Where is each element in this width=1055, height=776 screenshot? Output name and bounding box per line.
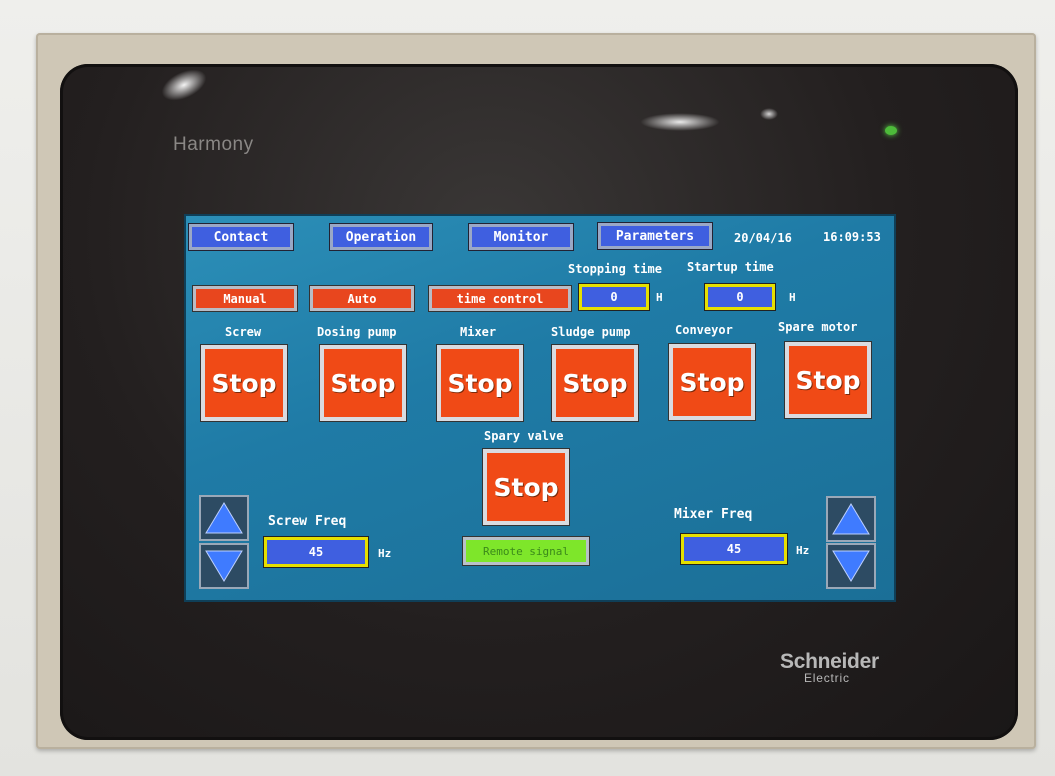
- nav-parameters-button[interactable]: Parameters: [597, 222, 713, 250]
- mixer-stop-button[interactable]: Stop: [436, 344, 524, 422]
- power-led-icon: [885, 126, 897, 135]
- screw-freq-up-button[interactable]: [199, 495, 249, 541]
- arrow-up-icon: [832, 503, 870, 535]
- light-reflection: [640, 113, 720, 131]
- mixer-freq-unit: Hz: [796, 544, 810, 557]
- arrow-up-icon: [205, 502, 243, 534]
- dosing-pump-label: Dosing pump: [317, 325, 397, 339]
- spary-valve-label: Spary valve: [484, 429, 564, 443]
- hmi-screen: Contact Operation Monitor Parameters 20/…: [184, 214, 896, 602]
- arrow-down-icon: [832, 550, 870, 582]
- date-display: 20/04/16: [734, 231, 792, 245]
- stopping-time-unit: H: [656, 291, 663, 304]
- spary-valve-stop-button[interactable]: Stop: [482, 448, 570, 526]
- mixer-label: Mixer: [460, 325, 497, 339]
- mixer-freq-up-button[interactable]: [826, 496, 876, 542]
- sludge-pump-stop-button[interactable]: Stop: [551, 344, 639, 422]
- manufacturer-logo: Schneider Electric: [780, 650, 879, 685]
- screw-stop-button[interactable]: Stop: [200, 344, 288, 422]
- remote-signal-indicator: Remote signal: [462, 536, 590, 566]
- screw-label: Screw: [225, 325, 262, 339]
- spare-motor-label: Spare motor: [778, 320, 858, 334]
- mixer-freq-field[interactable]: 45: [680, 533, 788, 565]
- dosing-pump-stop-button[interactable]: Stop: [319, 344, 407, 422]
- startup-time-label: Startup time: [687, 260, 774, 274]
- time-display: 16:09:53: [823, 230, 881, 244]
- stopping-time-field[interactable]: 0: [578, 283, 650, 311]
- time-control-button[interactable]: time control: [428, 285, 572, 312]
- conveyor-label: Conveyor: [675, 323, 733, 337]
- spare-motor-stop-button[interactable]: Stop: [784, 341, 872, 419]
- screw-freq-down-button[interactable]: [199, 543, 249, 589]
- startup-time-unit: H: [789, 291, 796, 304]
- screw-freq-unit: Hz: [378, 547, 392, 560]
- screw-freq-label: Screw Freq: [268, 514, 347, 529]
- device-brand-label: Harmony: [173, 134, 254, 155]
- startup-time-field[interactable]: 0: [704, 283, 776, 311]
- screw-freq-field[interactable]: 45: [263, 536, 369, 568]
- auto-mode-button[interactable]: Auto: [309, 285, 415, 312]
- nav-monitor-button[interactable]: Monitor: [468, 223, 574, 251]
- arrow-down-icon: [205, 550, 243, 582]
- stopping-time-label: Stopping time: [568, 262, 662, 276]
- nav-contact-button[interactable]: Contact: [188, 223, 294, 251]
- manual-mode-button[interactable]: Manual: [192, 285, 298, 312]
- mixer-freq-down-button[interactable]: [826, 543, 876, 589]
- conveyor-stop-button[interactable]: Stop: [668, 343, 756, 421]
- nav-operation-button[interactable]: Operation: [329, 223, 433, 251]
- sludge-pump-label: Sludge pump: [551, 325, 631, 339]
- light-reflection: [760, 108, 778, 120]
- mixer-freq-label: Mixer Freq: [674, 507, 753, 522]
